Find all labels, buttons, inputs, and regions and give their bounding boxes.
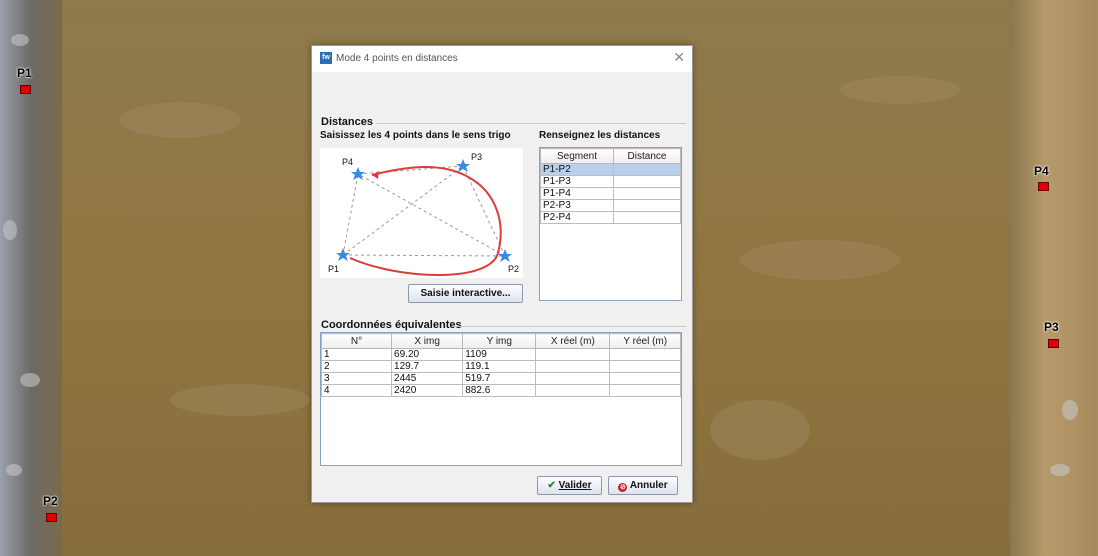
red-marker-icon xyxy=(1048,339,1059,348)
dialog-title: Mode 4 points en distances xyxy=(336,53,458,64)
points-instruction-label: Saisissez les 4 points dans le sens trig… xyxy=(320,130,511,141)
star-icon xyxy=(336,248,350,261)
marker-p3: P3 xyxy=(1044,320,1059,348)
marker-p1-label: P1 xyxy=(17,66,32,80)
table-row[interactable]: 1 69.20 1109 xyxy=(320,348,681,361)
coord-cell[interactable] xyxy=(535,360,611,373)
group-divider xyxy=(452,326,686,327)
segment-cell[interactable]: P1-P3 xyxy=(540,175,614,188)
interactive-input-button[interactable]: Saisie interactive... xyxy=(408,284,523,303)
segment-cell[interactable]: P1-P2 xyxy=(540,163,614,176)
diagram-label-p3: P3 xyxy=(471,152,482,162)
coord-cell[interactable]: 2 xyxy=(320,360,393,373)
distances-group-title: Distances xyxy=(321,116,373,128)
points-order-diagram: P1 P2 P3 P4 xyxy=(320,148,523,278)
coord-cell[interactable] xyxy=(535,372,611,385)
red-marker-icon xyxy=(46,513,57,522)
coord-cell[interactable]: 2445 xyxy=(391,372,464,385)
table-row[interactable]: P1-P4 xyxy=(540,187,681,200)
distance-cell[interactable] xyxy=(613,211,681,224)
column-header[interactable]: X img xyxy=(391,333,464,349)
segment-cell[interactable]: P2-P4 xyxy=(540,211,614,224)
coord-cell[interactable] xyxy=(609,372,681,385)
close-icon[interactable]: ✕ xyxy=(673,49,685,66)
segment-table: Segment Distance P1-P2 P1-P3 P1-P4 P2-P3 P2-… xyxy=(540,148,681,224)
table-row[interactable]: 2 129.7 119.1 xyxy=(320,360,681,373)
coord-cell[interactable] xyxy=(609,348,681,361)
distance-cell[interactable] xyxy=(613,163,681,176)
points-diagram-svg: P1 P2 P3 P4 xyxy=(328,152,519,276)
star-icon xyxy=(351,167,365,180)
column-header[interactable]: Y réel (m) xyxy=(609,333,681,349)
red-marker-icon xyxy=(20,85,31,94)
coord-cell[interactable] xyxy=(609,360,681,373)
app-icon: fw xyxy=(320,52,332,64)
column-header-segment[interactable]: Segment xyxy=(540,148,614,164)
coord-cell[interactable]: 4 xyxy=(320,384,393,397)
coord-cell[interactable] xyxy=(609,384,681,397)
distances-instruction-label: Renseignez les distances xyxy=(539,130,661,141)
marker-p2: P2 xyxy=(43,494,58,522)
table-row[interactable]: P1-P2 xyxy=(540,163,681,176)
validate-button[interactable]: ✔ Valider xyxy=(537,476,602,495)
coord-cell[interactable] xyxy=(535,348,611,361)
column-header-distance[interactable]: Distance xyxy=(613,148,681,164)
star-icon xyxy=(456,159,470,172)
column-header[interactable]: X réel (m) xyxy=(535,333,611,349)
distance-cell[interactable] xyxy=(613,175,681,188)
cancel-circle-icon: ⊘ xyxy=(618,483,628,492)
coord-cell[interactable]: 119.1 xyxy=(462,360,537,373)
diagram-dashed-lines xyxy=(342,165,506,257)
table-row[interactable]: P2-P3 xyxy=(540,199,681,212)
coord-cell[interactable]: 2420 xyxy=(391,384,464,397)
coords-table: N° X img Y img X réel (m) Y réel (m) 1 69.20 1… xyxy=(320,333,681,397)
table-row[interactable]: P2-P4 xyxy=(540,211,681,224)
coords-group-title: Coordonnées équivalentes xyxy=(321,319,462,331)
marker-p2-label: P2 xyxy=(43,494,58,508)
coord-cell[interactable]: 519.7 xyxy=(462,372,537,385)
title-bar[interactable]: fw Mode 4 points en distances ✕ xyxy=(312,46,692,72)
coord-cell[interactable] xyxy=(535,384,611,397)
coord-cell[interactable]: 1 xyxy=(320,348,393,361)
trigo-direction-curve xyxy=(349,166,502,276)
table-row[interactable]: 4 2420 882.6 xyxy=(320,384,681,397)
marker-p3-label: P3 xyxy=(1044,320,1059,334)
table-row[interactable]: 3 2445 519.7 xyxy=(320,372,681,385)
distances-dialog: fw Mode 4 points en distances ✕ Distance… xyxy=(311,45,693,503)
marker-p1: P1 xyxy=(17,66,32,94)
column-header[interactable]: N° xyxy=(320,333,393,349)
checkmark-icon: ✔ xyxy=(547,480,556,491)
group-divider xyxy=(376,123,686,124)
marker-p4-label: P4 xyxy=(1034,164,1049,178)
diagram-label-p4: P4 xyxy=(342,157,353,167)
arrow-head-icon xyxy=(372,171,379,179)
cancel-button[interactable]: ⊘ Annuler xyxy=(608,476,678,495)
coordinates-table: N° X img Y img X réel (m) Y réel (m) 1 69.20 1… xyxy=(320,332,682,466)
segment-cell[interactable]: P2-P3 xyxy=(540,199,614,212)
distance-cell[interactable] xyxy=(613,199,681,212)
cancel-button-label: Annuler xyxy=(629,480,668,491)
diagram-label-p1: P1 xyxy=(328,264,339,274)
coord-cell[interactable]: 3 xyxy=(320,372,393,385)
coord-cell[interactable]: 882.6 xyxy=(462,384,537,397)
validate-button-label: Valider xyxy=(558,480,592,491)
coord-cell[interactable]: 1109 xyxy=(462,348,537,361)
table-row[interactable]: P1-P3 xyxy=(540,175,681,188)
star-icon xyxy=(498,249,512,262)
distance-cell[interactable] xyxy=(613,187,681,200)
marker-p4: P4 xyxy=(1034,164,1049,191)
diagram-label-p2: P2 xyxy=(508,264,519,274)
segment-distance-table: Segment Distance P1-P2 P1-P3 P1-P4 P2-P3 P2-… xyxy=(539,147,682,301)
red-marker-icon xyxy=(1038,182,1049,191)
coord-cell[interactable]: 129.7 xyxy=(391,360,464,373)
column-header[interactable]: Y img xyxy=(462,333,537,349)
coord-cell[interactable]: 69.20 xyxy=(391,348,464,361)
segment-cell[interactable]: P1-P4 xyxy=(540,187,614,200)
